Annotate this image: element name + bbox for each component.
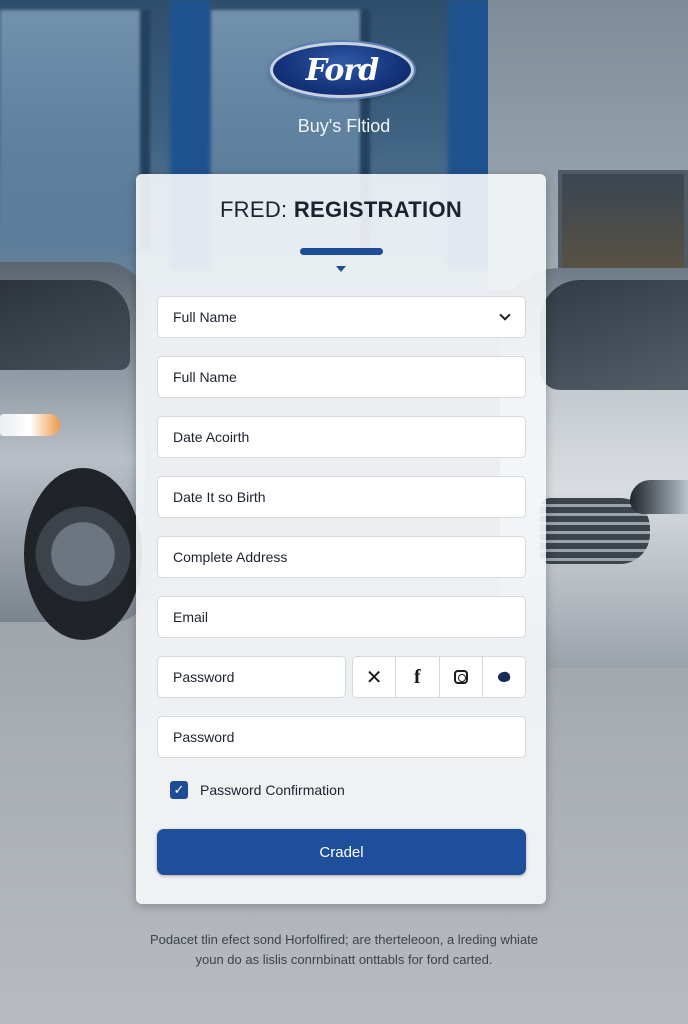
field-label: Full Name	[173, 309, 237, 325]
field-label: Full Name	[173, 369, 237, 385]
twitter-login-button[interactable]	[483, 657, 525, 697]
date-of-birth-field[interactable]: Date It so Birth	[157, 476, 526, 518]
field-label: Email	[173, 609, 209, 625]
instagram-icon	[453, 670, 468, 684]
full-name-select[interactable]: Full Name	[157, 296, 526, 338]
logo-text: Ford	[305, 52, 379, 88]
chevron-down-icon	[499, 309, 511, 321]
instagram-login-button[interactable]	[440, 657, 483, 697]
title-main: REGISTRATION	[293, 197, 463, 222]
full-name-field[interactable]: Full Name	[157, 356, 526, 398]
car-left-windshield	[0, 280, 130, 370]
password-confirmation-row: ✓ Password Confirmation	[170, 781, 345, 799]
password-confirmation-checkbox[interactable]: ✓	[170, 781, 188, 799]
x-icon: ✕	[365, 666, 383, 689]
car-left-wheel	[24, 468, 142, 640]
car-right-windshield	[540, 280, 688, 390]
title-prefix: FRED:	[219, 197, 294, 222]
checkbox-label: Password Confirmation	[200, 782, 345, 798]
caret-down-icon	[336, 266, 346, 272]
email-field[interactable]: Email	[157, 596, 526, 638]
ford-logo[interactable]: Ford	[270, 42, 414, 98]
password-field[interactable]: Password	[157, 656, 346, 698]
footer-line: Podacet tlin efect sond Horfolfired; are…	[149, 932, 539, 947]
twitter-icon	[496, 670, 511, 684]
submit-button[interactable]: Cradel	[157, 829, 526, 875]
tagline: Buy's Fltiod	[297, 116, 391, 136]
footer-text: Podacet tlin efect sond Horfolfired; are…	[0, 930, 688, 970]
field-label: Date It so Birth	[173, 489, 266, 505]
registration-card: FRED: REGISTRATION Full Name Full Name D…	[136, 174, 546, 904]
date-field[interactable]: Date Acoirth	[157, 416, 526, 458]
field-label: Complete Address	[173, 549, 288, 565]
facebook-icon: f	[414, 665, 421, 688]
page-title: FRED: REGISTRATION	[136, 197, 546, 223]
social-login-group: ✕ f	[352, 656, 526, 698]
password-confirm-field[interactable]: Password	[157, 716, 526, 758]
title-underline	[300, 248, 383, 255]
facebook-login-button[interactable]: f	[396, 657, 440, 697]
footer-line: youn do as lislis conrnbinatt onttabls f…	[195, 952, 493, 967]
checkmark-icon: ✓	[173, 782, 185, 797]
car-left-headlight	[0, 414, 60, 436]
showroom-window-right	[558, 170, 688, 275]
field-label: Password	[173, 669, 235, 685]
field-label: Password	[173, 729, 235, 745]
x-login-button[interactable]: ✕	[353, 657, 397, 697]
field-label: Date Acoirth	[173, 429, 250, 445]
address-field[interactable]: Complete Address	[157, 536, 526, 578]
car-right-headlight	[630, 480, 688, 514]
